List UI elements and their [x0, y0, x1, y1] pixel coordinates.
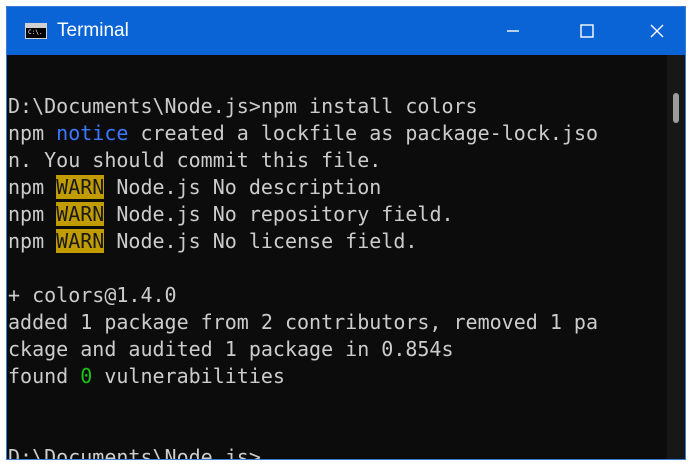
terminal-line: npm WARN Node.js No description: [8, 174, 381, 201]
close-icon: [650, 24, 664, 38]
terminal-line: + colors@1.4.0: [8, 283, 177, 307]
line-text: Node.js No license field.: [104, 229, 418, 253]
terminal-icon-titlebar: [26, 24, 46, 28]
vulnerability-count: 0: [80, 364, 93, 388]
line-text: created a lockfile as package-lock.jso: [128, 121, 599, 145]
terminal-line: npm notice created a lockfile as package…: [8, 120, 598, 147]
npm-prefix: npm: [8, 121, 57, 145]
terminal-line: npm WARN Node.js No license field.: [8, 228, 417, 255]
terminal-line: npm WARN Node.js No repository field.: [8, 201, 454, 228]
warn-badge: WARN: [56, 202, 105, 226]
title-bar[interactable]: C:\. Terminal: [7, 7, 685, 55]
close-button[interactable]: [627, 7, 685, 55]
vertical-scrollbar[interactable]: [667, 55, 685, 459]
terminal-line: D:\Documents\Node.js>npm install colors: [8, 94, 478, 118]
line-text: vulnerabilities: [92, 364, 285, 388]
minimize-button[interactable]: [483, 7, 543, 55]
terminal-icon: C:\.: [25, 23, 47, 39]
maximize-button[interactable]: [557, 7, 617, 55]
terminal-output[interactable]: D:\Documents\Node.js>npm install colors …: [7, 55, 667, 459]
maximize-icon: [580, 24, 594, 38]
npm-prefix: npm: [8, 229, 57, 253]
terminal-line: n. You should commit this file.: [8, 148, 382, 172]
terminal-icon-prompt: C:\.: [28, 29, 43, 36]
found-prefix: found: [8, 364, 81, 388]
npm-prefix: npm: [8, 175, 57, 199]
terminal-line: added 1 package from 2 contributors, rem…: [8, 310, 599, 334]
line-text: Node.js No repository field.: [104, 202, 454, 226]
terminal-line: found 0 vulnerabilities: [8, 363, 285, 390]
notice-label: notice: [56, 121, 129, 145]
terminal-window: C:\. Terminal D:\Documents\Node.js>npm i…: [6, 6, 686, 460]
warn-badge: WARN: [56, 229, 105, 253]
minimize-icon: [507, 30, 519, 32]
warn-badge: WARN: [56, 175, 105, 199]
terminal-line: ckage and audited 1 package in 0.854s: [8, 337, 454, 361]
window-title: Terminal: [57, 20, 129, 41]
line-text: Node.js No description: [104, 175, 382, 199]
command-prompt[interactable]: D:\Documents\Node.js>: [8, 444, 261, 459]
scrollbar-thumb[interactable]: [673, 93, 679, 123]
npm-prefix: npm: [8, 202, 57, 226]
